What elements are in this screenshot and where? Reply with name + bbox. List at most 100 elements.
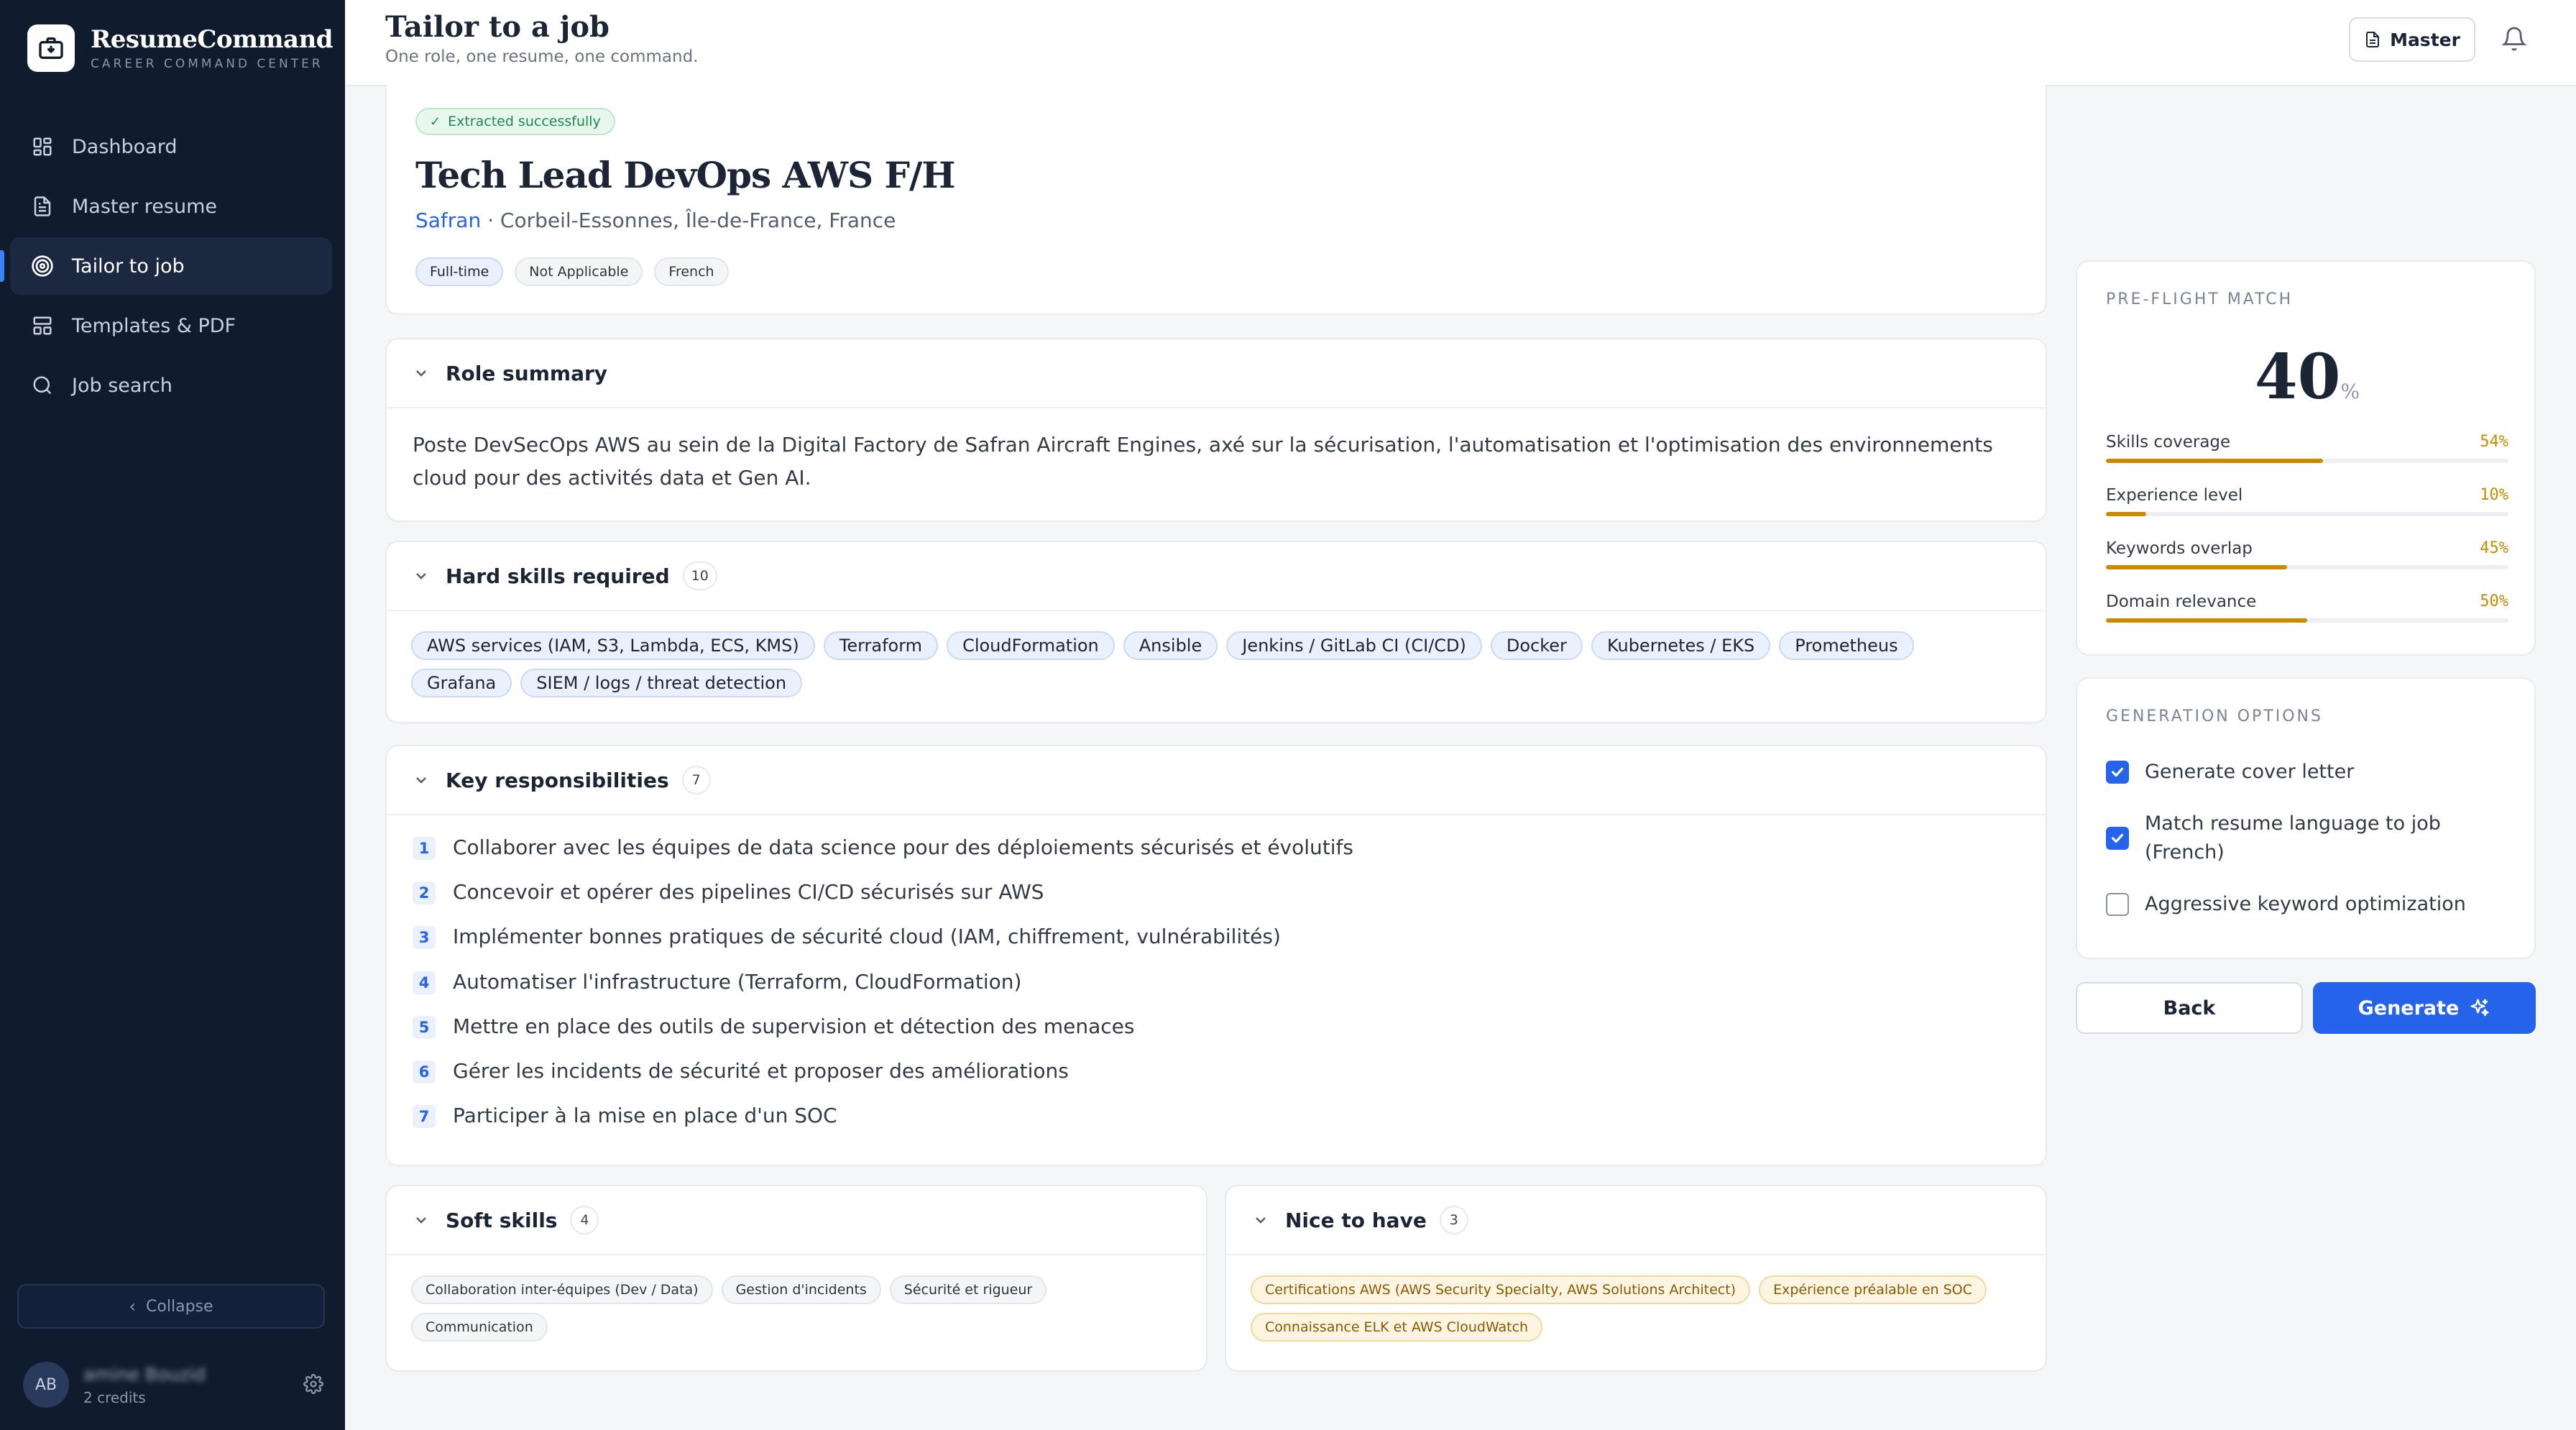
soft-skill-pill: Collaboration inter-équipes (Dev / Data) bbox=[411, 1275, 713, 1304]
gear-icon[interactable] bbox=[303, 1374, 325, 1395]
option-cover-letter[interactable]: Generate cover letter bbox=[2106, 758, 2508, 787]
role-summary-text: Poste DevSecOps AWS au sein de la Digita… bbox=[413, 433, 1993, 490]
soft-skill-pill: Communication bbox=[411, 1313, 548, 1342]
option-aggressive-keywords[interactable]: Aggressive keyword optimization bbox=[2106, 890, 2508, 919]
list-item: 2 Concevoir et opérer des pipelines CI/CD… bbox=[413, 880, 2020, 925]
tag-language: French bbox=[654, 257, 729, 286]
job-meta: Safran · Corbeil-Essonnes, Île-de-France… bbox=[415, 208, 896, 232]
checkbox[interactable] bbox=[2106, 761, 2129, 784]
section-title: Key responsibilities bbox=[446, 768, 669, 792]
skill-chip: SIEM / logs / threat detection bbox=[520, 669, 803, 697]
nice-to-have-pill: Expérience préalable en SOC bbox=[1759, 1275, 1987, 1304]
item-text: Gérer les incidents de sécurité et propo… bbox=[453, 1058, 1069, 1083]
option-label: Generate cover letter bbox=[2145, 761, 2355, 783]
metric-value: 54% bbox=[2480, 433, 2508, 451]
sidebar-item-label: Master resume bbox=[72, 195, 217, 218]
item-text: Participer à la mise en place d'un SOC bbox=[453, 1104, 837, 1128]
sidebar-item-tailor-to-job[interactable]: Tailor to job bbox=[0, 237, 332, 295]
item-text: Implémenter bonnes pratiques de sécurité… bbox=[453, 925, 1281, 949]
nice-to-have-section: Nice to have 3 Certifications AWS (AWS S… bbox=[1225, 1185, 2047, 1372]
metric-domain-relevance: Domain relevance 50% bbox=[2106, 592, 2508, 623]
back-label: Back bbox=[2163, 996, 2216, 1019]
search-icon bbox=[30, 373, 55, 398]
progress-bar bbox=[2106, 459, 2508, 463]
count-badge: 3 bbox=[1439, 1206, 1468, 1234]
briefcase-logo-icon bbox=[27, 24, 75, 72]
count-badge: 10 bbox=[682, 562, 717, 590]
metric-label: Experience level bbox=[2106, 486, 2243, 505]
list-item: 6 Gérer les incidents de sécurité et prop… bbox=[413, 1059, 2020, 1104]
section-title: Nice to have bbox=[1285, 1208, 1427, 1232]
sidebar-item-master-resume[interactable]: Master resume bbox=[10, 178, 332, 235]
page-header: Tailor to a job One role, one resume, on… bbox=[345, 0, 2576, 86]
soft-skill-pill: Gestion d'incidents bbox=[721, 1275, 881, 1304]
option-match-language[interactable]: Match resume language to job (French) bbox=[2106, 810, 2508, 867]
sidebar-nav: Dashboard Master resume Tailor to job Te… bbox=[0, 118, 332, 416]
section-title: Role summary bbox=[446, 361, 608, 385]
nice-to-have-list: Certifications AWS (AWS Security Special… bbox=[1226, 1255, 2046, 1350]
hard-skills-list: AWS services (IAM, S3, Lambda, ECS, KMS)… bbox=[387, 611, 2046, 706]
back-button[interactable]: Back bbox=[2076, 982, 2303, 1034]
item-number: 2 bbox=[413, 881, 436, 905]
sidebar-item-label: Dashboard bbox=[72, 135, 178, 158]
user-name: amine Bouzid bbox=[83, 1363, 206, 1385]
master-button[interactable]: Master bbox=[2349, 17, 2475, 62]
soft-skills-header[interactable]: Soft skills 4 bbox=[387, 1186, 1206, 1255]
role-summary-header[interactable]: Role summary bbox=[387, 339, 2046, 408]
checkbox[interactable] bbox=[2106, 827, 2129, 850]
chevron-down-icon bbox=[416, 370, 426, 377]
metric-skills-coverage: Skills coverage 54% bbox=[2106, 433, 2508, 463]
skill-chip: Prometheus bbox=[1779, 631, 1914, 660]
page-title: Tailor to a job bbox=[385, 10, 610, 44]
progress-fill bbox=[2106, 565, 2287, 569]
sidebar-item-dashboard[interactable]: Dashboard bbox=[10, 118, 332, 175]
company-link[interactable]: Safran bbox=[415, 208, 481, 232]
responsibilities-list: 1 Collaborer avec les équipes de data sci… bbox=[387, 815, 2046, 1148]
item-text: Concevoir et opérer des pipelines CI/CD … bbox=[453, 880, 1044, 904]
chevron-down-icon bbox=[416, 777, 426, 784]
chevron-down-icon bbox=[416, 1217, 426, 1224]
skill-chip: AWS services (IAM, S3, Lambda, ECS, KMS) bbox=[411, 631, 815, 660]
skill-chip: Kubernetes / EKS bbox=[1591, 631, 1771, 660]
metric-value: 10% bbox=[2480, 486, 2508, 504]
metric-experience-level: Experience level 10% bbox=[2106, 486, 2508, 516]
skill-chip: Terraform bbox=[823, 631, 939, 660]
item-text: Collaborer avec les équipes de data scie… bbox=[453, 835, 1353, 859]
metric-label: Skills coverage bbox=[2106, 433, 2231, 452]
avatar[interactable]: AB bbox=[23, 1362, 69, 1408]
metric-label: Keywords overlap bbox=[2106, 539, 2253, 558]
sidebar-item-job-search[interactable]: Job search bbox=[10, 357, 332, 414]
item-number: 7 bbox=[413, 1105, 436, 1129]
soft-skill-pill: Sécurité et rigueur bbox=[889, 1275, 1047, 1304]
job-title: Tech Lead DevOps AWS F/H bbox=[415, 154, 955, 196]
brand[interactable]: ResumeCommand CAREER COMMAND CENTER bbox=[27, 24, 334, 72]
item-text: Automatiser l'infrastructure (Terraform,… bbox=[453, 969, 1022, 994]
page-subtitle: One role, one resume, one command. bbox=[385, 47, 699, 66]
sidebar-item-templates[interactable]: Templates & PDF bbox=[10, 297, 332, 354]
list-item: 5 Mettre en place des outils de supervisi… bbox=[413, 1014, 2020, 1059]
master-label: Master bbox=[2390, 29, 2460, 50]
count-badge: 4 bbox=[570, 1206, 599, 1234]
collapse-button[interactable]: ‹ Collapse bbox=[17, 1284, 325, 1329]
tag-employment-type: Full-time bbox=[415, 257, 504, 286]
nice-to-have-pill: Connaissance ELK et AWS CloudWatch bbox=[1251, 1313, 1543, 1342]
skill-chip: Ansible bbox=[1123, 631, 1218, 660]
nice-to-have-header[interactable]: Nice to have 3 bbox=[1226, 1186, 2046, 1255]
checkbox[interactable] bbox=[2106, 893, 2129, 916]
generate-button[interactable]: Generate bbox=[2313, 982, 2536, 1034]
job-location: · Corbeil-Essonnes, Île-de-France, Franc… bbox=[481, 208, 896, 232]
sidebar-item-label: Tailor to job bbox=[72, 255, 185, 278]
skill-chip: Grafana bbox=[411, 669, 512, 697]
count-badge: 7 bbox=[681, 766, 711, 794]
hard-skills-section: Hard skills required 10 AWS services (IA… bbox=[385, 541, 2047, 723]
bell-icon[interactable] bbox=[2501, 26, 2530, 55]
responsibilities-header[interactable]: Key responsibilities 7 bbox=[387, 746, 2046, 815]
job-tags: Full-time Not Applicable French bbox=[415, 257, 740, 286]
progress-bar bbox=[2106, 512, 2508, 516]
soft-skills-list: Collaboration inter-équipes (Dev / Data)… bbox=[387, 1255, 1206, 1350]
target-icon bbox=[30, 254, 55, 278]
brand-name: ResumeCommand bbox=[91, 25, 334, 54]
collapse-label: Collapse bbox=[146, 1297, 213, 1316]
hard-skills-header[interactable]: Hard skills required 10 bbox=[387, 542, 2046, 611]
sidebar-item-label: Templates & PDF bbox=[72, 314, 236, 337]
